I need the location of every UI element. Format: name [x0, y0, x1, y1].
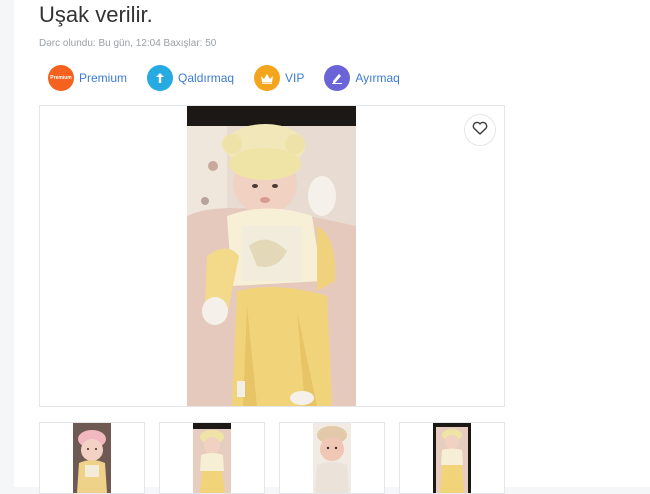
main-photo[interactable] — [187, 106, 356, 406]
thumbnail-image — [433, 423, 471, 493]
thumbnail-image — [193, 423, 231, 493]
vip-label: VIP — [285, 71, 305, 85]
arrow-up-icon — [147, 65, 174, 91]
premium-label: Premium — [79, 71, 128, 85]
thumbnail-2[interactable] — [159, 422, 265, 494]
premium-badge-icon: Premium — [48, 65, 74, 91]
crown-icon — [254, 65, 281, 91]
listing-actions: Premium Premium Qaldırmaq VIP Ayırmaq — [48, 64, 420, 92]
left-gutter — [0, 0, 12, 487]
thumbnail-4[interactable] — [399, 422, 505, 494]
heart-icon — [472, 121, 488, 140]
thumbnail-3[interactable] — [279, 422, 385, 494]
listing-title: Uşak verilir. — [39, 2, 153, 27]
thumbnail-image — [313, 423, 351, 493]
feature-button[interactable]: Ayırmaq — [324, 65, 400, 91]
bump-up-button[interactable]: Qaldırmaq — [147, 65, 234, 91]
pencil-icon — [324, 65, 351, 91]
premium-button[interactable]: Premium Premium — [48, 65, 127, 91]
main-photo-container — [39, 105, 505, 407]
bump-up-label: Qaldırmaq — [178, 71, 235, 85]
feature-label: Ayırmaq — [355, 71, 400, 85]
listing-meta: Dərc olundu: Bu gün, 12:04 Baxışlar: 50 — [39, 38, 217, 49]
thumbnail-image — [73, 423, 111, 493]
favorite-button[interactable] — [464, 114, 496, 146]
vip-button[interactable]: VIP — [254, 65, 304, 91]
thumbnail-strip — [39, 422, 519, 494]
thumbnail-1[interactable] — [39, 422, 145, 494]
